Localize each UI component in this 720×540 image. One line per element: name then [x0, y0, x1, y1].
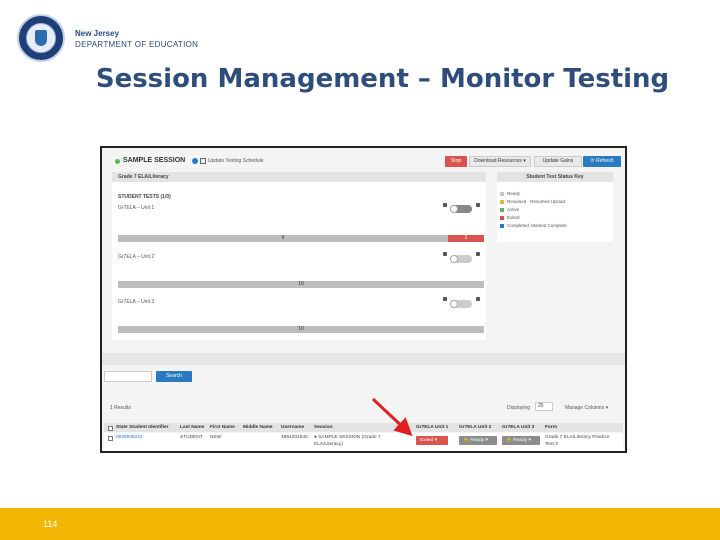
- session-status-dot: [115, 159, 120, 164]
- section-divider: [102, 353, 625, 365]
- unit-1-exited-count: 1: [448, 235, 484, 242]
- column-header[interactable]: Session: [314, 425, 332, 430]
- form-cell-line2: Test 3: [545, 442, 558, 447]
- panel-header: Grade 7 ELA/Literacy: [112, 172, 486, 182]
- unit-3-status-dropdown[interactable]: 🔒 Ready ▾: [502, 436, 540, 445]
- agency-department: DEPARTMENT OF EDUCATION: [75, 40, 199, 49]
- page-number: 114: [43, 519, 58, 529]
- status-key-item: Exited: [500, 215, 520, 220]
- state-seal-logo: [17, 14, 65, 62]
- column-header[interactable]: Gr7ELA Unit 2: [459, 425, 491, 430]
- unit-3-lock-toggle[interactable]: [450, 300, 472, 308]
- update-button[interactable]: Update Gains: [534, 156, 582, 167]
- calendar-icon: [200, 158, 206, 164]
- agency-name: New Jersey: [75, 29, 120, 38]
- lock-icon: [443, 297, 447, 301]
- unit-3-count: 10: [298, 326, 304, 332]
- column-header[interactable]: First Name: [210, 425, 235, 430]
- unit-2-lock-toggle[interactable]: [450, 255, 472, 263]
- exited-swatch: [500, 215, 504, 220]
- results-count: 1 Results: [110, 405, 131, 411]
- column-header[interactable]: Middle Name: [243, 425, 273, 430]
- displaying-label: Displaying: [507, 405, 531, 411]
- unit-2-progress-bar: 10: [118, 281, 484, 288]
- column-header[interactable]: Username: [281, 425, 304, 430]
- student-tests-label: STUDENT TESTS (1/0): [118, 194, 171, 200]
- search-input[interactable]: [104, 371, 152, 382]
- row-checkbox[interactable]: [108, 436, 113, 441]
- completed-swatch: [500, 223, 504, 228]
- download-resources-button[interactable]: Download Resources ▾: [469, 156, 531, 167]
- form-cell-line1: Grade 7 ELA/Literacy Practice: [545, 435, 610, 440]
- session-name: SAMPLE SESSION: [123, 157, 186, 164]
- unit-3-label: Gr7ELA – Unit 3: [118, 299, 155, 305]
- session-toolbar: SAMPLE SESSION Update Testing Schedule S…: [112, 154, 621, 168]
- unit-2-count: 10: [298, 281, 304, 287]
- stop-button[interactable]: Stop: [445, 156, 467, 167]
- slide-footer: 114: [0, 508, 720, 540]
- first-name-cell: NEW: [210, 435, 222, 440]
- search-button[interactable]: Search: [156, 371, 192, 382]
- table-header: State Student Identifier Last Name First…: [104, 423, 623, 432]
- lock-icon: [443, 252, 447, 256]
- unlock-icon: [476, 203, 480, 207]
- student-tests-panel: STUDENT TESTS (1/0) Gr7ELA – Unit 1 6 1 …: [112, 182, 486, 340]
- manage-columns-dropdown[interactable]: Manage Columns ▾: [565, 405, 608, 411]
- column-header[interactable]: Form: [545, 425, 557, 430]
- status-key-header: Student Test Status Key: [497, 172, 613, 182]
- unit-1-status-dropdown[interactable]: Exited ▾: [416, 436, 448, 445]
- status-key: Ready Resumed · Resumed Upload Active Ex…: [497, 182, 613, 242]
- table-row: 0825946224 STUDENT NEW 4964201540 ● SAMP…: [104, 433, 623, 451]
- panel-title: Grade 7 ELA/Literacy: [118, 174, 169, 180]
- slide-title: Session Management – Monitor Testing: [95, 64, 670, 94]
- last-name-cell: STUDENT: [180, 435, 203, 440]
- lock-icon: [443, 203, 447, 207]
- unit-3-progress-bar: 10: [118, 326, 484, 333]
- unit-1-count: 6: [281, 235, 285, 241]
- unlock-icon: [476, 252, 480, 256]
- unit-1-progress-bar: 6 1: [118, 235, 484, 242]
- unit-1-label: Gr7ELA – Unit 1: [118, 205, 155, 211]
- info-icon[interactable]: [192, 158, 198, 164]
- status-key-item: Completed, Marked Complete: [500, 223, 567, 228]
- column-header[interactable]: Gr7ELA Unit 3: [502, 425, 534, 430]
- column-header[interactable]: State Student Identifier: [116, 425, 169, 430]
- student-id-cell[interactable]: 0825946224: [116, 435, 143, 441]
- ready-swatch: [500, 191, 504, 196]
- select-all-checkbox[interactable]: [108, 426, 113, 431]
- session-cell-line2: ELA/Literacy): [314, 442, 343, 447]
- update-schedule-link[interactable]: Update Testing Schedule: [208, 158, 264, 164]
- refresh-button[interactable]: ⟳ Refresh: [583, 156, 621, 167]
- status-key-title: Student Test Status Key: [526, 174, 584, 180]
- unit-2-status-dropdown[interactable]: 🔒 Ready ▾: [459, 436, 497, 445]
- displaying-select[interactable]: 25: [535, 402, 553, 411]
- username-cell: 4964201540: [281, 435, 308, 440]
- status-key-item: Active: [500, 207, 519, 212]
- status-key-item: Resumed · Resumed Upload: [500, 199, 565, 204]
- session-cell-line1: ● SAMPLE SESSION (Grade 7: [314, 435, 381, 440]
- session-management-screenshot: SAMPLE SESSION Update Testing Schedule S…: [100, 146, 627, 453]
- resumed-swatch: [500, 199, 504, 204]
- column-header[interactable]: Gr7ELA Unit 1: [416, 425, 448, 430]
- unit-2-label: Gr7ELA – Unit 2: [118, 254, 155, 260]
- column-header[interactable]: Last Name: [180, 425, 204, 430]
- status-key-item: Ready: [500, 191, 520, 196]
- unit-1-lock-toggle[interactable]: [450, 205, 472, 213]
- active-swatch: [500, 207, 504, 212]
- unlock-icon: [476, 297, 480, 301]
